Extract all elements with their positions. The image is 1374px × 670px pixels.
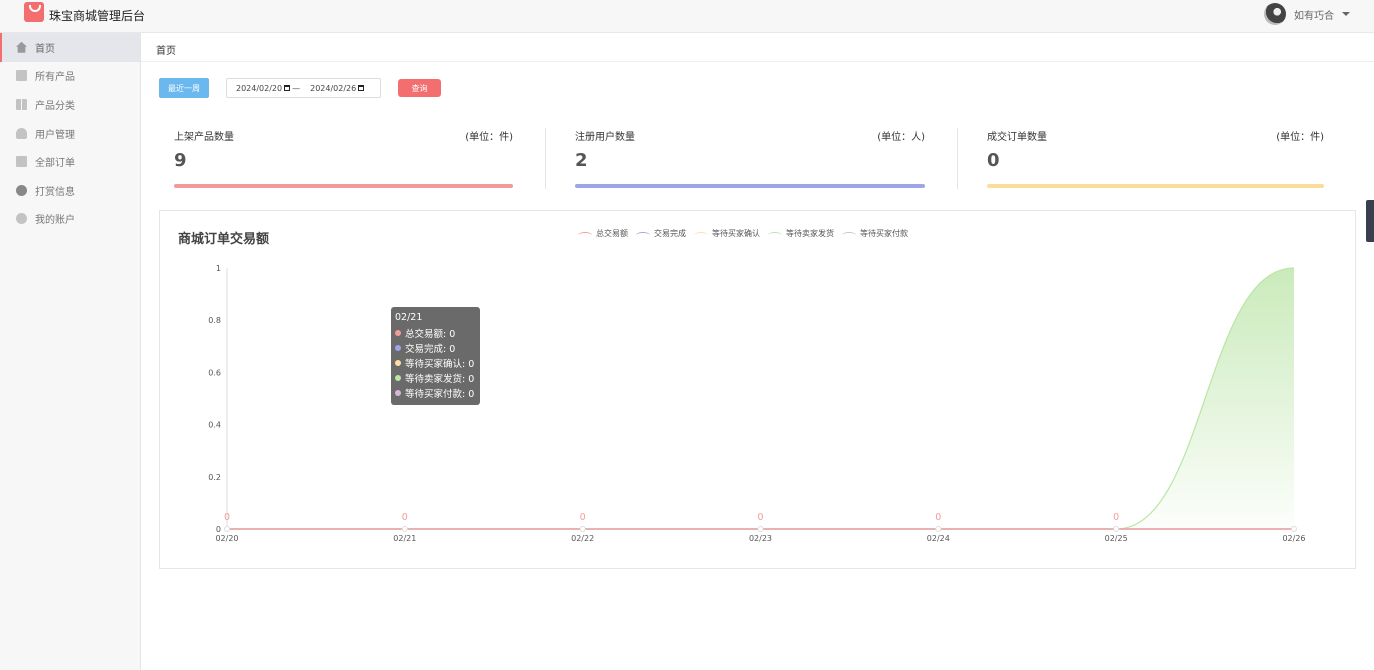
calendar-icon[interactable] [284, 85, 291, 91]
username[interactable]: 如有巧合 [1294, 7, 1334, 22]
sidebar-item-label: 用户管理 [35, 129, 75, 141]
tooltip-row-text: 交易完成: 0 [405, 343, 456, 355]
divider [957, 128, 958, 189]
sidebar-item-account[interactable]: 我的账户 [0, 205, 140, 234]
end-date-input[interactable]: 2024/02/26 [310, 84, 356, 93]
legend-item[interactable]: 等待买家确认 [694, 228, 760, 239]
tooltip-row: 等待买家付款: 0 [395, 385, 476, 400]
sidebar: 首页 所有产品 产品分类 用户管理 全部订单 打赏信息 我的账户 [0, 33, 141, 670]
sidebar-item-rewards[interactable]: 打赏信息 [0, 176, 140, 205]
sidebar-item-orders[interactable]: 全部订单 [0, 147, 140, 176]
legend-item[interactable]: 总交易额 [578, 228, 628, 239]
legend-item[interactable]: 等待卖家发货 [768, 228, 834, 239]
recent-week-button[interactable]: 最近一周 [159, 78, 209, 98]
legend-label: 等待买家付款 [860, 229, 908, 238]
stat-unit: (单位：人) [877, 132, 925, 143]
reward-icon [16, 184, 27, 196]
stat-value: 0 [987, 150, 1000, 171]
legend-label: 交易完成 [654, 229, 686, 238]
stat-products: 上架产品数量 (单位：件) 9 [174, 128, 513, 192]
series-dot [395, 359, 401, 366]
sidebar-item-users[interactable]: 用户管理 [0, 119, 140, 148]
tooltip-row-text: 等待买家付款: 0 [405, 388, 475, 400]
sidebar-item-label: 所有产品 [35, 72, 75, 84]
stat-label: 成交订单数量 [987, 132, 1047, 143]
avatar[interactable] [1264, 3, 1286, 25]
stat-label: 注册用户数量 [575, 132, 635, 143]
app-title: 珠宝商城管理后台 [49, 9, 146, 23]
sidebar-item-label: 全部订单 [35, 158, 75, 170]
stat-unit: (单位：件) [465, 132, 513, 143]
stat-orders: 成交订单数量 (单位：件) 0 [987, 128, 1324, 192]
stat-bar [575, 184, 925, 188]
stat-users: 注册用户数量 (单位：人) 2 [575, 128, 925, 192]
legend-label: 等待买家确认 [712, 229, 760, 238]
user-icon [16, 127, 27, 139]
tooltip-row-text: 总交易额: 0 [405, 328, 456, 340]
stat-bar [174, 184, 513, 188]
calendar-icon[interactable] [358, 85, 365, 91]
product-icon [16, 70, 27, 82]
tooltip-row: 总交易额: 0 [395, 325, 476, 340]
chart-legend: 总交易额 交易完成 等待买家确认 等待卖家发货 等待买家付款 [578, 228, 908, 239]
category-icon [16, 98, 27, 110]
tooltip-row-text: 等待买家确认: 0 [405, 358, 475, 370]
tooltip-row-text: 等待卖家发货: 0 [405, 373, 475, 385]
series-dot [395, 329, 401, 336]
series-dot [395, 344, 401, 351]
stat-value: 2 [575, 150, 588, 171]
breadcrumb-home[interactable]: 首页 [156, 42, 176, 57]
legend-line-marker [578, 232, 592, 239]
legend-item[interactable]: 等待买家付款 [842, 228, 908, 239]
stat-label: 上架产品数量 [174, 132, 234, 143]
sidebar-item-categories[interactable]: 产品分类 [0, 90, 140, 119]
series-dot [395, 389, 401, 396]
home-icon [16, 41, 27, 53]
order-icon [16, 156, 27, 168]
query-button[interactable]: 查询 [398, 79, 441, 97]
chart-panel: 商城订单交易额 总交易额 交易完成 等待买家确认 等待卖家发货 等待买家付款 [159, 210, 1356, 569]
date-separator: — [292, 83, 301, 93]
sidebar-item-products[interactable]: 所有产品 [0, 62, 140, 91]
legend-line-marker [694, 232, 708, 239]
start-date-input[interactable]: 2024/02/20 [236, 84, 282, 93]
legend-line-marker [636, 232, 650, 239]
date-range-picker[interactable]: 2024/02/20 — 2024/02/26 [226, 78, 381, 98]
settings-icon [16, 213, 27, 225]
tooltip-title: 02/21 [395, 312, 423, 323]
top-bar: 珠宝商城管理后台 如有巧合 [0, 0, 1374, 33]
tooltip-row: 等待买家确认: 0 [395, 355, 476, 370]
divider [545, 128, 546, 189]
legend-line-marker [842, 232, 856, 239]
stat-value: 9 [174, 150, 187, 171]
tooltip-row: 等待卖家发货: 0 [395, 370, 476, 385]
stat-bar [987, 184, 1324, 188]
legend-line-marker [768, 232, 782, 239]
stat-unit: (单位：件) [1276, 132, 1324, 143]
sidebar-item-label: 我的账户 [35, 215, 75, 227]
chart-title: 商城订单交易额 [178, 232, 270, 247]
side-feedback-tab[interactable] [1366, 200, 1374, 242]
sidebar-item-label: 首页 [35, 43, 55, 55]
series-dot [395, 374, 401, 381]
sidebar-item-home[interactable]: 首页 [0, 33, 140, 62]
breadcrumb: 首页 [141, 33, 1374, 62]
shopping-bag-logo-icon [24, 2, 44, 22]
legend-label: 总交易额 [596, 229, 628, 238]
sidebar-item-label: 产品分类 [35, 100, 75, 112]
sidebar-item-label: 打赏信息 [35, 186, 75, 198]
legend-label: 等待卖家发货 [786, 229, 834, 238]
caret-down-icon[interactable] [1342, 12, 1350, 16]
chart-tooltip: 02/21 总交易额: 0 交易完成: 0 等待买家确认: 0 等待卖家发货: … [391, 307, 480, 405]
legend-item[interactable]: 交易完成 [636, 228, 686, 239]
user-menu[interactable]: 如有巧合 [1264, 3, 1350, 25]
tooltip-row: 交易完成: 0 [395, 340, 476, 355]
